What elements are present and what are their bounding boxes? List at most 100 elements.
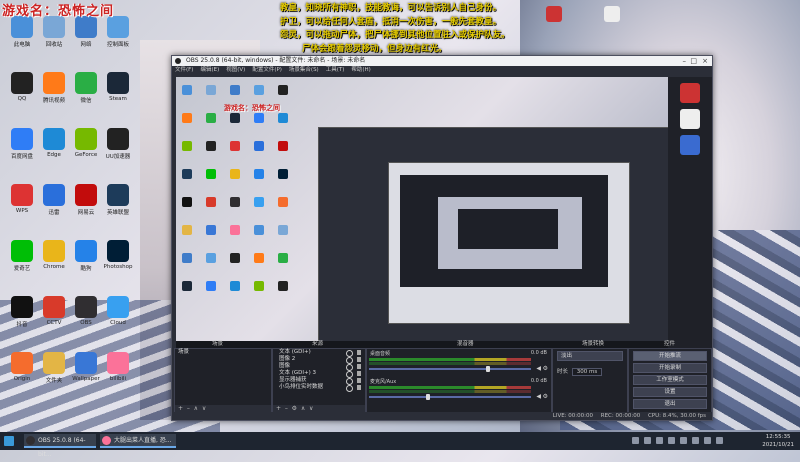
preview-desktop-icon bbox=[278, 85, 288, 95]
app-icon[interactable] bbox=[604, 6, 620, 22]
menu-item[interactable]: 场景集合(S) bbox=[289, 67, 319, 73]
app-icon bbox=[107, 72, 129, 94]
lock-icon[interactable] bbox=[357, 378, 361, 383]
system-clock[interactable]: 12:55:35 2021/10/21 bbox=[762, 433, 794, 449]
slider-knob[interactable] bbox=[485, 366, 490, 372]
lock-icon[interactable] bbox=[357, 357, 361, 362]
menu-item[interactable]: 编辑(E) bbox=[200, 67, 219, 73]
desktop-icon[interactable]: Steam bbox=[98, 72, 138, 112]
desktop-icon[interactable]: Photoshop bbox=[98, 240, 138, 280]
tray-icon[interactable] bbox=[656, 437, 663, 444]
desktop-icon[interactable]: 控制面板 bbox=[98, 16, 138, 56]
app-icon bbox=[11, 240, 33, 262]
slider-knob[interactable] bbox=[425, 394, 430, 400]
preview-desktop-icon bbox=[206, 253, 216, 263]
duration-input[interactable]: 300 ms bbox=[571, 368, 603, 376]
source-item[interactable]: 图像 bbox=[273, 363, 365, 371]
app-icon bbox=[75, 16, 97, 38]
preview-desktop-icon bbox=[230, 141, 240, 151]
obs-menu-bar: 文件(F) 编辑(E) 视图(V) 配置文件(P) 场景集合(S) 工具(T) 帮助(H) bbox=[172, 66, 712, 75]
preview-desktop-icon bbox=[230, 85, 240, 95]
source-item[interactable]: 图像 2 bbox=[273, 356, 365, 364]
control-button[interactable]: 工作室模式 bbox=[633, 375, 707, 385]
menu-item[interactable]: 配置文件(P) bbox=[252, 67, 282, 73]
speaker-icon[interactable]: ◀ bbox=[536, 393, 541, 400]
close-icon[interactable]: × bbox=[702, 56, 708, 66]
preview-desktop-icon bbox=[254, 225, 264, 235]
control-button[interactable]: 开始推流 bbox=[633, 351, 707, 361]
clock-date: 2021/10/21 bbox=[762, 442, 794, 448]
browser-app-icon bbox=[102, 436, 111, 445]
control-button[interactable]: 设置 bbox=[633, 387, 707, 397]
app-icon[interactable] bbox=[546, 6, 562, 22]
speaker-icon[interactable]: ◀ bbox=[536, 365, 541, 372]
volume-meter bbox=[369, 390, 531, 393]
maximize-icon[interactable]: □ bbox=[690, 56, 697, 66]
tray-icon[interactable] bbox=[644, 437, 651, 444]
scene-item[interactable]: 场景 bbox=[175, 349, 271, 356]
input-method-icon[interactable] bbox=[692, 437, 699, 444]
volume-slider[interactable] bbox=[369, 394, 531, 400]
desktop-icon[interactable]: 英雄联盟 bbox=[98, 184, 138, 224]
preview-desktop-icon bbox=[206, 225, 216, 235]
menu-item[interactable]: 文件(F) bbox=[175, 67, 193, 73]
desktop-icon[interactable]: Cloud bbox=[98, 296, 138, 336]
source-item[interactable]: 文本 (GDI+) 3 bbox=[273, 370, 365, 378]
source-label: 文本 (GDI+) bbox=[279, 349, 311, 355]
desktop-icon[interactable]: UU加速器 bbox=[98, 128, 138, 168]
tray-icon[interactable] bbox=[632, 437, 639, 444]
lock-icon[interactable] bbox=[357, 350, 361, 355]
lock-icon[interactable] bbox=[357, 364, 361, 369]
mixer-channel: 麦克风/Aux 0.0 dB ◀ ⚙ bbox=[367, 377, 551, 405]
desktop-icon[interactable]: bilibili bbox=[98, 352, 138, 392]
obs-preview[interactable]: 游戏名：恐怖之间 bbox=[176, 77, 668, 349]
app-icon bbox=[107, 184, 129, 206]
app-icon bbox=[43, 128, 65, 150]
control-button[interactable]: 退出 bbox=[633, 399, 707, 409]
taskbar-app-browser[interactable]: 大腿出菜人直播, 恐... bbox=[100, 434, 176, 448]
preview-desktop-icon bbox=[230, 281, 240, 291]
obs-window[interactable]: OBS 25.0.8 (64-bit, windows) - 配置文件: 未命名… bbox=[171, 55, 713, 421]
app-icon bbox=[75, 352, 97, 374]
start-button[interactable] bbox=[4, 436, 14, 446]
source-item[interactable]: 显示器捕获 bbox=[273, 377, 365, 385]
volume-slider[interactable] bbox=[369, 366, 531, 372]
preview-desktop-icon bbox=[206, 197, 216, 207]
control-button[interactable]: 开始录制 bbox=[633, 363, 707, 373]
transitions-dock: 淡出 时长 300 ms bbox=[552, 348, 628, 414]
preview-desktop-icon bbox=[206, 113, 216, 123]
lock-icon[interactable] bbox=[357, 371, 361, 376]
controls-header: 控件 bbox=[664, 341, 676, 347]
preview-desktop-icon bbox=[206, 169, 216, 179]
app-icon bbox=[43, 72, 65, 94]
menu-item[interactable]: 视图(V) bbox=[226, 67, 245, 73]
clock-time: 12:55:35 bbox=[765, 434, 791, 440]
volume-icon[interactable] bbox=[680, 437, 687, 444]
preview-desktop-icon bbox=[278, 281, 288, 291]
transition-select[interactable]: 淡出 bbox=[557, 351, 623, 361]
source-item[interactable]: 文本 (GDI+) bbox=[273, 349, 365, 357]
app-icon bbox=[75, 128, 97, 150]
tray-icon[interactable] bbox=[716, 437, 723, 444]
obs-title-bar[interactable]: OBS 25.0.8 (64-bit, windows) - 配置文件: 未命名… bbox=[172, 56, 712, 66]
gear-icon[interactable]: ⚙ bbox=[543, 365, 548, 372]
source-item[interactable]: 小鸟排位实时数据 bbox=[273, 384, 365, 392]
preview-title-overlay: 游戏名：恐怖之间 bbox=[224, 104, 280, 112]
menu-item[interactable]: 帮助(H) bbox=[351, 67, 370, 73]
network-icon[interactable] bbox=[668, 437, 675, 444]
menu-item[interactable]: 工具(T) bbox=[326, 67, 345, 73]
preview-desktop-icon bbox=[182, 197, 192, 207]
volume-meter bbox=[369, 358, 531, 361]
source-label: 小鸟排位实时数据 bbox=[279, 384, 324, 390]
tray-icon[interactable] bbox=[704, 437, 711, 444]
app-icon bbox=[107, 240, 129, 262]
preview-desktop-icon bbox=[254, 141, 264, 151]
app-icon bbox=[43, 352, 65, 374]
minimize-icon[interactable]: – bbox=[683, 56, 687, 66]
gear-icon[interactable]: ⚙ bbox=[543, 393, 548, 400]
taskbar-app-obs[interactable]: OBS 25.0.8 (64-bit... bbox=[24, 434, 96, 458]
visibility-eye-icon[interactable] bbox=[346, 385, 353, 392]
duration-label: 时长 bbox=[557, 369, 569, 375]
scenes-dock: 场景 + – ∧ ∨ bbox=[174, 348, 272, 414]
lock-icon[interactable] bbox=[357, 385, 361, 390]
